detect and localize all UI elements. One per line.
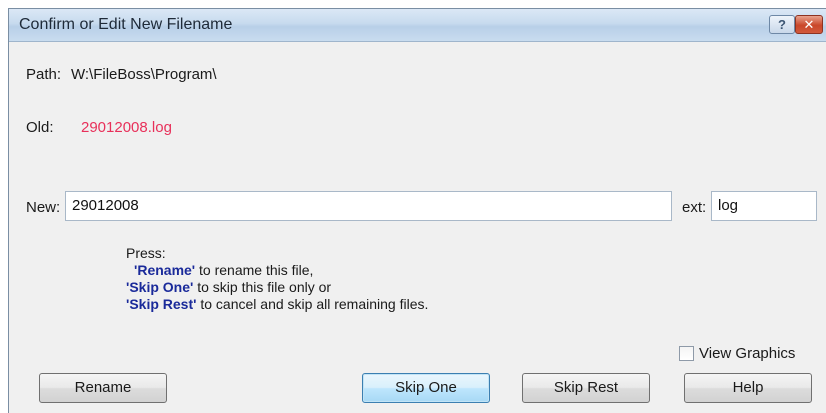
skip-one-description: to skip this file only or <box>193 279 332 295</box>
instruction-rename: 'Rename' to rename this file, <box>126 262 428 279</box>
title-bar[interactable]: Confirm or Edit New Filename ? ✕ <box>9 9 826 42</box>
view-graphics-option[interactable]: View Graphics <box>679 345 795 362</box>
instructions-intro: Press: <box>126 245 166 261</box>
old-filename: 29012008.log <box>81 119 172 136</box>
old-label: Old: <box>26 119 54 136</box>
ext-label: ext: <box>682 199 707 216</box>
rename-keyword: 'Rename' <box>134 262 196 278</box>
skip-rest-button[interactable]: Skip Rest <box>522 373 650 403</box>
rename-dialog: Confirm or Edit New Filename ? ✕ Path: W… <box>8 8 826 413</box>
instruction-skip-one: 'Skip One' to skip this file only or <box>126 279 428 296</box>
skip-rest-keyword: 'Skip Rest' <box>126 296 197 312</box>
help-button[interactable]: Help <box>684 373 812 403</box>
rename-description: to rename this file, <box>195 262 314 278</box>
view-graphics-checkbox[interactable] <box>679 346 694 361</box>
skip-rest-description: to cancel and skip all remaining files. <box>196 296 429 312</box>
instruction-skip-rest: 'Skip Rest' to cancel and skip all remai… <box>126 296 428 313</box>
path-value: W:\FileBoss\Program\ <box>71 66 217 83</box>
new-filename-input[interactable]: 29012008 <box>65 191 672 221</box>
close-button[interactable]: ✕ <box>795 15 823 34</box>
dialog-title: Confirm or Edit New Filename <box>19 16 233 33</box>
skip-one-button[interactable]: Skip One <box>362 373 490 403</box>
new-label: New: <box>26 199 61 216</box>
extension-input[interactable]: log <box>711 191 817 221</box>
help-title-button[interactable]: ? <box>769 15 795 34</box>
rename-button[interactable]: Rename <box>39 373 167 403</box>
skip-one-keyword: 'Skip One' <box>126 279 194 295</box>
path-label: Path: <box>26 66 62 83</box>
view-graphics-label[interactable]: View Graphics <box>699 345 795 362</box>
instructions: Press: 'Rename' to rename this file, 'Sk… <box>126 245 428 313</box>
